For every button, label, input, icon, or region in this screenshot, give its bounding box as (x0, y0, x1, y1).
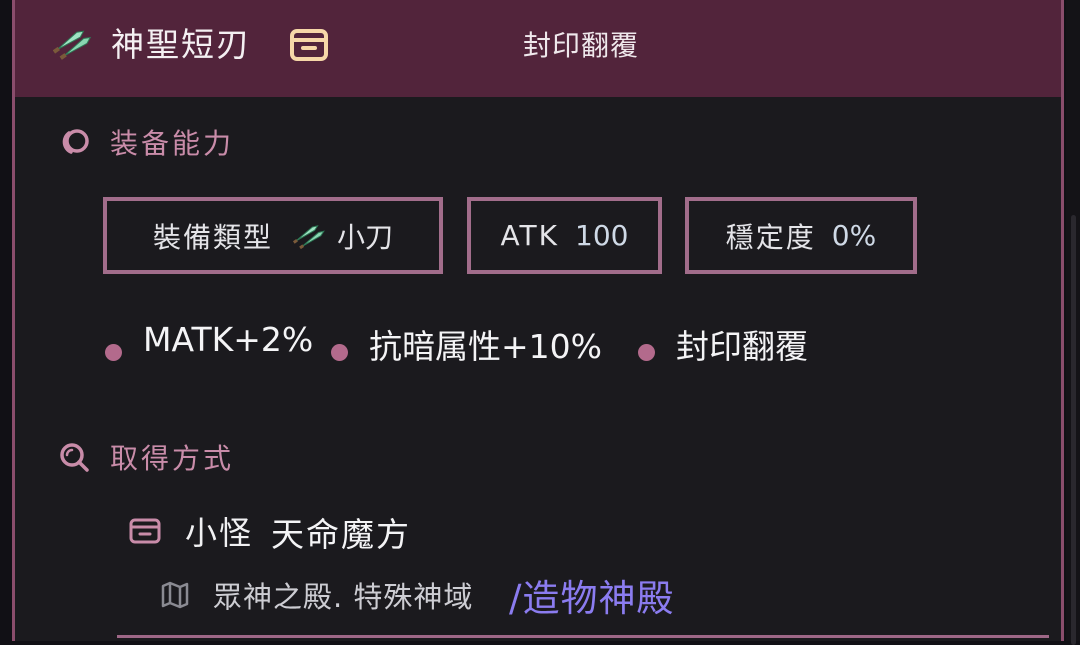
ring-icon (62, 129, 89, 154)
effect-item: MATK+2% (143, 320, 314, 359)
effect-item: 封印翻覆 (676, 327, 808, 366)
location-text: 眾神之殿. 特殊神域 (213, 580, 474, 614)
stat-label: 裝備類型 (152, 220, 273, 254)
item-header: 神聖短刃 封印翻覆 (15, 0, 1061, 97)
item-name: 神聖短刃 (111, 25, 251, 64)
scrollbar[interactable] (1066, 0, 1080, 645)
stat-label: 穩定度 (725, 220, 816, 254)
dagger-icon (53, 30, 92, 60)
header-effect-label: 封印翻覆 (523, 29, 640, 62)
stat-atk: ATK 100 (467, 197, 662, 274)
equip-section-title: 装备能力 (110, 127, 235, 160)
divider (117, 635, 1049, 638)
location-link[interactable]: /造物神殿 (509, 568, 674, 622)
source-type: 小怪 (185, 514, 254, 552)
stat-weapon-type: 裝備類型 小刀 (103, 197, 443, 274)
bullet-dot (105, 344, 122, 361)
stat-stability: 穩定度 0% (685, 197, 917, 274)
item-panel: 神聖短刃 封印翻覆 装备能力 裝備類型 小刀 ATK 100 穩定度 0% MA… (12, 0, 1064, 641)
bullet-dot (638, 344, 655, 361)
source-section-title: 取得方式 (110, 442, 235, 475)
stat-value: 100 (575, 219, 629, 252)
item-box-icon[interactable] (289, 27, 329, 63)
stat-value: 小刀 (337, 220, 394, 254)
source-name: 天命魔方 (271, 515, 411, 554)
search-icon (60, 443, 89, 472)
box-icon (129, 518, 161, 544)
stat-value: 0% (831, 219, 877, 252)
effect-item: 抗暗属性+10% (369, 327, 602, 366)
stat-label: ATK (500, 219, 559, 252)
bullet-dot (331, 344, 348, 361)
map-icon (161, 581, 189, 609)
scrollbar-thumb[interactable] (1071, 215, 1076, 645)
dagger-icon (293, 224, 325, 249)
